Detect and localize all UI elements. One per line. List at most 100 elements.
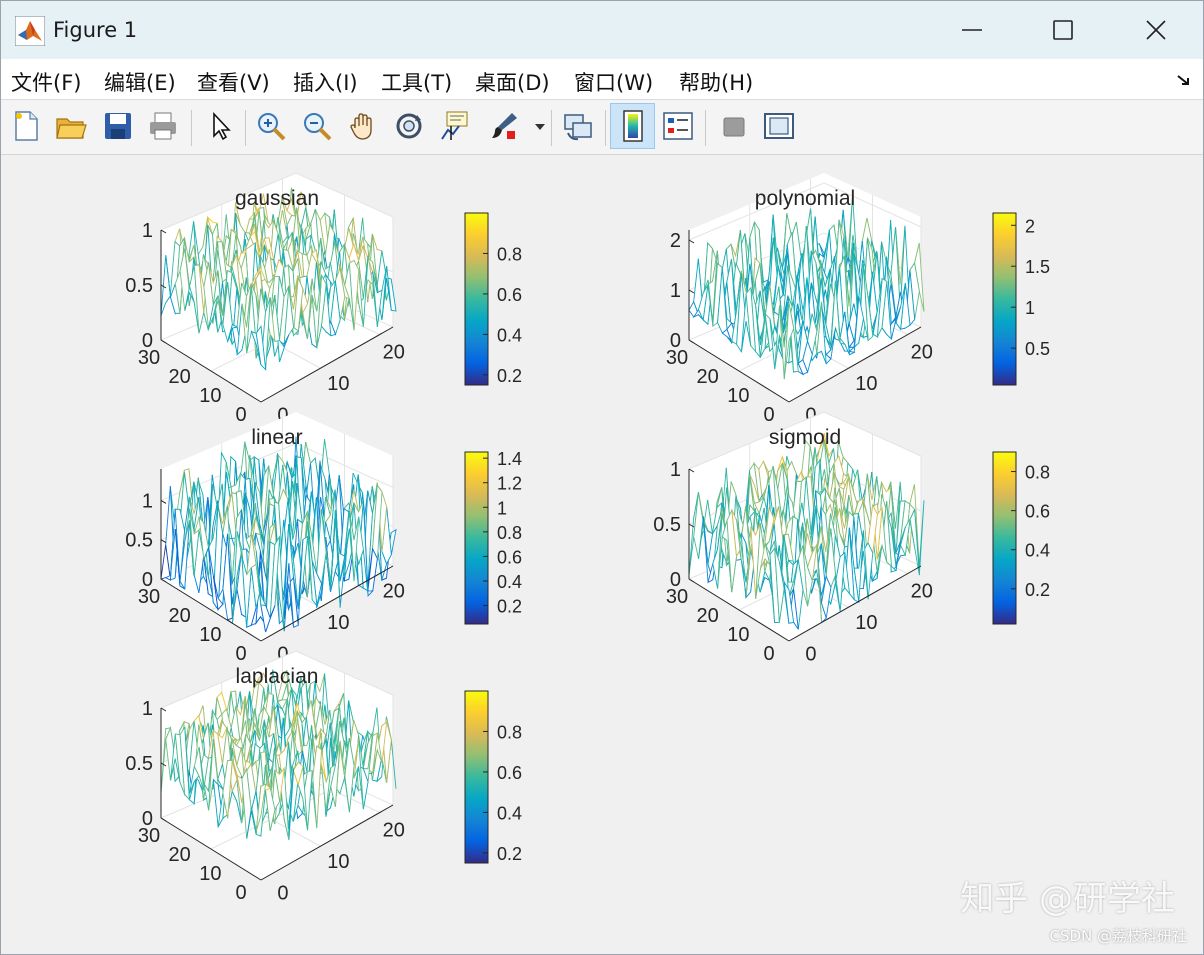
new-figure-button[interactable] <box>6 106 46 146</box>
show-plot-tools-button[interactable] <box>758 106 798 146</box>
menu-bar: 文件(F) 编辑(E) 查看(V) 插入(I) 工具(T) 桌面(D) 窗口(W… <box>1 59 1203 100</box>
y-tick-label: 20 <box>169 366 191 388</box>
figure-canvas[interactable]: 0 0.5 1 30 20 10 0 0 10 20 gaussian 0.2 0.4 0.6 0.8 0 1 2… <box>1 155 1203 954</box>
y-tick-label: 20 <box>697 366 719 388</box>
maximize-button[interactable] <box>1040 7 1086 53</box>
y-tick-label: 30 <box>138 586 160 608</box>
menu-tools[interactable]: 工具(T) <box>381 67 452 97</box>
pan-hand-icon <box>350 113 372 140</box>
x-tick-label: 20 <box>911 581 933 603</box>
save-button[interactable] <box>98 106 138 146</box>
save-icon <box>105 113 131 139</box>
rotate-3d-icon <box>396 113 422 139</box>
toolbar-separator <box>551 110 552 146</box>
surface-plot-laplacian: 00.513020100 01020laplacian0.20.40.60.8 <box>125 650 522 905</box>
z-tick-label: 0.5 <box>125 275 153 297</box>
colorbar-tick-label: 1.5 <box>1025 257 1050 277</box>
z-tick-label: 0.5 <box>125 753 153 775</box>
watermark-text: 知乎 @研学社 <box>960 879 1175 919</box>
colorbar-tick-label: 0.8 <box>497 722 522 742</box>
pan-button[interactable] <box>343 106 383 146</box>
toolbar-separator <box>245 110 246 146</box>
dock-arrow-icon[interactable] <box>1175 71 1193 89</box>
menu-desktop[interactable]: 桌面(D) <box>475 67 550 97</box>
surface-plot-sigmoid: 00.513020100 01020sigmoid0.20.40.60.8 <box>653 411 1050 666</box>
menu-insert[interactable]: 插入(I) <box>293 67 358 97</box>
plot-title: laplacian <box>236 665 319 688</box>
y-tick-label: 10 <box>199 624 221 646</box>
z-tick-label: 1 <box>142 490 153 512</box>
y-tick-label: 20 <box>169 605 191 627</box>
colorbar-tick-label: 0.2 <box>497 844 522 864</box>
figure-toolbar <box>1 100 1203 155</box>
z-tick-label: 0.5 <box>125 530 153 552</box>
maximize-icon <box>1053 20 1073 40</box>
subplot-area[interactable]: 00.513020100 01020gaussian0.20.40.60.8012… <box>1 155 1203 954</box>
title-bar[interactable]: Figure 1 <box>1 1 1203 59</box>
x-tick-label: 0 <box>277 883 288 905</box>
colorbar-tick-label: 2 <box>1025 216 1035 236</box>
colorbar-tick-label: 0.2 <box>497 597 522 617</box>
z-tick-label: 1 <box>142 220 153 242</box>
data-cursor-button[interactable] <box>435 106 475 146</box>
x-tick-label: 20 <box>383 342 405 364</box>
link-plot-button[interactable] <box>558 106 598 146</box>
window-title: Figure 1 <box>53 18 138 42</box>
x-tick-label: 10 <box>327 612 349 634</box>
chevron-down-icon[interactable] <box>534 122 546 132</box>
zoom-in-button[interactable] <box>251 106 291 146</box>
colorbar-icon <box>623 110 643 142</box>
show-plot-tools-icon <box>764 113 794 139</box>
y-tick-label: 30 <box>666 586 688 608</box>
pointer-button[interactable] <box>199 106 239 146</box>
minimize-button[interactable] <box>949 7 995 53</box>
open-file-button[interactable] <box>51 106 91 146</box>
legend-button[interactable] <box>658 106 698 146</box>
colorbar <box>464 451 489 625</box>
zoom-out-button[interactable] <box>297 106 337 146</box>
y-tick-label: 30 <box>138 825 160 847</box>
z-tick-label: 1 <box>670 459 681 481</box>
toolbar-separator <box>705 110 706 146</box>
x-tick-label: 10 <box>855 612 877 634</box>
x-tick-label: 20 <box>383 581 405 603</box>
colorbar-tick-label: 0.4 <box>497 572 522 592</box>
menu-file[interactable]: 文件(F) <box>11 67 81 97</box>
watermark-subtext: CSDN @荔枝科研社 <box>1049 927 1187 945</box>
colorbar-tick-label: 0.8 <box>1025 463 1050 483</box>
y-tick-label: 0 <box>763 404 774 426</box>
x-tick-label: 20 <box>383 820 405 842</box>
brush-button[interactable] <box>484 106 524 146</box>
colorbar-tick-label: 0.4 <box>497 803 522 823</box>
colorbar-tick-label: 0.4 <box>497 325 522 345</box>
z-tick-label: 0.5 <box>653 514 681 536</box>
colorbar-tick-label: 1 <box>497 498 507 518</box>
data-cursor-icon <box>441 111 468 140</box>
z-tick-label: 1 <box>670 280 681 302</box>
y-tick-label: 30 <box>666 347 688 369</box>
colorbar-tick-label: 0.4 <box>1025 541 1050 561</box>
z-tick-label: 1 <box>142 698 153 720</box>
rotate-3d-button[interactable] <box>389 106 429 146</box>
y-tick-label: 0 <box>235 882 246 904</box>
menu-help[interactable]: 帮助(H) <box>679 67 753 97</box>
colorbar-tick-label: 1 <box>1025 298 1035 318</box>
menu-view[interactable]: 查看(V) <box>197 67 270 97</box>
hide-plot-tools-button[interactable] <box>713 106 753 146</box>
colorbar-tick-label: 0.6 <box>1025 502 1050 522</box>
minimize-icon <box>962 29 982 31</box>
zoom-in-icon <box>258 113 286 141</box>
menu-window[interactable]: 窗口(W) <box>574 67 653 97</box>
hide-plot-tools-icon <box>723 117 745 137</box>
colorbar-tick-label: 0.6 <box>497 285 522 305</box>
colorbar-button[interactable] <box>610 103 655 149</box>
x-tick-label: 10 <box>327 373 349 395</box>
surface-plot-gaussian: 00.513020100 01020gaussian0.20.40.60.8 <box>125 172 522 427</box>
toolbar-separator <box>605 110 606 146</box>
z-tick-label: 2 <box>670 230 681 252</box>
colorbar-tick-label: 0.8 <box>497 523 522 543</box>
menu-edit[interactable]: 编辑(E) <box>104 67 176 97</box>
matlab-logo-icon <box>15 16 45 46</box>
print-button[interactable] <box>143 106 183 146</box>
close-button[interactable] <box>1133 7 1179 53</box>
